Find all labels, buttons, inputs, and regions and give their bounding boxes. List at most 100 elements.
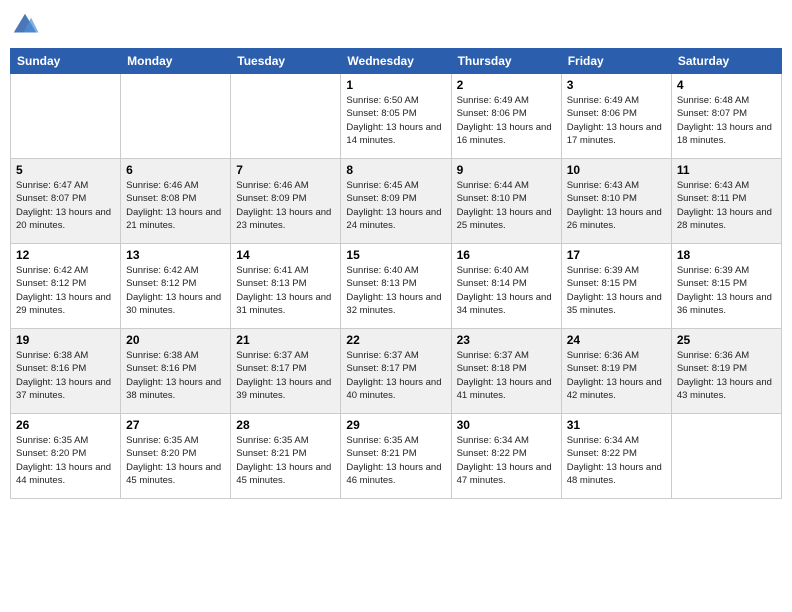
calendar-day-cell: 24 Sunrise: 6:36 AMSunset: 8:19 PMDayligh…: [561, 329, 671, 414]
day-info: Sunrise: 6:39 AMSunset: 8:15 PMDaylight:…: [567, 264, 666, 317]
day-number: 21: [236, 333, 335, 347]
day-info: Sunrise: 6:39 AMSunset: 8:15 PMDaylight:…: [677, 264, 776, 317]
day-number: 24: [567, 333, 666, 347]
calendar-day-cell: 10 Sunrise: 6:43 AMSunset: 8:10 PMDayligh…: [561, 159, 671, 244]
day-info: Sunrise: 6:42 AMSunset: 8:12 PMDaylight:…: [126, 264, 225, 317]
calendar-day-cell: 5Sunrise: 6:47 AMSunset: 8:07 PMDaylight…: [11, 159, 121, 244]
day-number: 15: [346, 248, 445, 262]
calendar-day-cell: 8 Sunrise: 6:45 AMSunset: 8:09 PMDaylight…: [341, 159, 451, 244]
day-info: Sunrise: 6:34 AMSunset: 8:22 PMDaylight:…: [457, 434, 556, 487]
calendar-day-cell: 19Sunrise: 6:38 AMSunset: 8:16 PMDayligh…: [11, 329, 121, 414]
calendar-day-cell: 29 Sunrise: 6:35 AMSunset: 8:21 PMDayligh…: [341, 414, 451, 499]
day-number: 8: [346, 163, 445, 177]
calendar-day-cell: 14 Sunrise: 6:41 AMSunset: 8:13 PMDayligh…: [231, 244, 341, 329]
day-of-week-header: Monday: [121, 49, 231, 74]
day-info: Sunrise: 6:49 AMSunset: 8:06 PMDaylight:…: [567, 94, 666, 147]
day-info: Sunrise: 6:34 AMSunset: 8:22 PMDaylight:…: [567, 434, 666, 487]
calendar-day-cell: 3Sunrise: 6:49 AMSunset: 8:06 PMDaylight…: [561, 74, 671, 159]
calendar-day-cell: 22Sunrise: 6:37 AMSunset: 8:17 PMDayligh…: [341, 329, 451, 414]
day-info: Sunrise: 6:35 AMSunset: 8:20 PMDaylight:…: [126, 434, 225, 487]
day-info: Sunrise: 6:44 AMSunset: 8:10 PMDaylight:…: [457, 179, 556, 232]
calendar-day-cell: 28Sunrise: 6:35 AMSunset: 8:21 PMDayligh…: [231, 414, 341, 499]
calendar-day-cell: 21Sunrise: 6:37 AMSunset: 8:17 PMDayligh…: [231, 329, 341, 414]
day-number: 11: [677, 163, 776, 177]
calendar-day-cell: 15 Sunrise: 6:40 AMSunset: 8:13 PMDayligh…: [341, 244, 451, 329]
calendar-day-cell: 13 Sunrise: 6:42 AMSunset: 8:12 PMDayligh…: [121, 244, 231, 329]
day-info: Sunrise: 6:36 AMSunset: 8:19 PMDaylight:…: [567, 349, 666, 402]
day-number: 30: [457, 418, 556, 432]
calendar-day-cell: 31 Sunrise: 6:34 AMSunset: 8:22 PMDayligh…: [561, 414, 671, 499]
day-info: Sunrise: 6:47 AMSunset: 8:07 PMDaylight:…: [16, 179, 115, 232]
day-number: 23: [457, 333, 556, 347]
calendar-day-cell: 25 Sunrise: 6:36 AMSunset: 8:19 PMDayligh…: [671, 329, 781, 414]
calendar-day-cell: [231, 74, 341, 159]
calendar-day-cell: 11 Sunrise: 6:43 AMSunset: 8:11 PMDayligh…: [671, 159, 781, 244]
logo: [10, 10, 44, 40]
calendar-day-cell: [671, 414, 781, 499]
day-of-week-header: Thursday: [451, 49, 561, 74]
day-number: 6: [126, 163, 225, 177]
calendar-day-cell: 12Sunrise: 6:42 AMSunset: 8:12 PMDayligh…: [11, 244, 121, 329]
day-number: 16: [457, 248, 556, 262]
calendar-table: SundayMondayTuesdayWednesdayThursdayFrid…: [10, 48, 782, 499]
day-info: Sunrise: 6:46 AMSunset: 8:09 PMDaylight:…: [236, 179, 335, 232]
day-number: 20: [126, 333, 225, 347]
day-number: 13: [126, 248, 225, 262]
day-number: 7: [236, 163, 335, 177]
calendar-day-cell: 27 Sunrise: 6:35 AMSunset: 8:20 PMDayligh…: [121, 414, 231, 499]
day-info: Sunrise: 6:40 AMSunset: 8:13 PMDaylight:…: [346, 264, 445, 317]
day-number: 25: [677, 333, 776, 347]
calendar-day-cell: 1Sunrise: 6:50 AMSunset: 8:05 PMDaylight…: [341, 74, 451, 159]
calendar-day-cell: 16 Sunrise: 6:40 AMSunset: 8:14 PMDayligh…: [451, 244, 561, 329]
calendar-day-cell: 9 Sunrise: 6:44 AMSunset: 8:10 PMDaylight…: [451, 159, 561, 244]
day-of-week-header: Friday: [561, 49, 671, 74]
day-info: Sunrise: 6:46 AMSunset: 8:08 PMDaylight:…: [126, 179, 225, 232]
calendar-body: 1Sunrise: 6:50 AMSunset: 8:05 PMDaylight…: [11, 74, 782, 499]
day-info: Sunrise: 6:48 AMSunset: 8:07 PMDaylight:…: [677, 94, 776, 147]
day-number: 4: [677, 78, 776, 92]
day-info: Sunrise: 6:36 AMSunset: 8:19 PMDaylight:…: [677, 349, 776, 402]
day-info: Sunrise: 6:41 AMSunset: 8:13 PMDaylight:…: [236, 264, 335, 317]
calendar-day-cell: 23 Sunrise: 6:37 AMSunset: 8:18 PMDayligh…: [451, 329, 561, 414]
day-number: 10: [567, 163, 666, 177]
day-info: Sunrise: 6:35 AMSunset: 8:20 PMDaylight:…: [16, 434, 115, 487]
calendar-day-cell: 26 Sunrise: 6:35 AMSunset: 8:20 PMDayligh…: [11, 414, 121, 499]
day-info: Sunrise: 6:43 AMSunset: 8:11 PMDaylight:…: [677, 179, 776, 232]
day-number: 1: [346, 78, 445, 92]
calendar-week-row: 1Sunrise: 6:50 AMSunset: 8:05 PMDaylight…: [11, 74, 782, 159]
calendar-week-row: 26 Sunrise: 6:35 AMSunset: 8:20 PMDayligh…: [11, 414, 782, 499]
calendar-day-cell: 17 Sunrise: 6:39 AMSunset: 8:15 PMDayligh…: [561, 244, 671, 329]
day-info: Sunrise: 6:40 AMSunset: 8:14 PMDaylight:…: [457, 264, 556, 317]
calendar-day-cell: 30 Sunrise: 6:34 AMSunset: 8:22 PMDayligh…: [451, 414, 561, 499]
calendar-week-row: 12Sunrise: 6:42 AMSunset: 8:12 PMDayligh…: [11, 244, 782, 329]
day-number: 17: [567, 248, 666, 262]
calendar-day-cell: 6 Sunrise: 6:46 AMSunset: 8:08 PMDaylight…: [121, 159, 231, 244]
calendar-day-cell: [11, 74, 121, 159]
day-info: Sunrise: 6:35 AMSunset: 8:21 PMDaylight:…: [236, 434, 335, 487]
calendar-week-row: 5Sunrise: 6:47 AMSunset: 8:07 PMDaylight…: [11, 159, 782, 244]
calendar-week-row: 19 Sunrise: 6:38 AMSunset: 8:16 PMDayligh…: [11, 329, 782, 414]
day-of-week-header: Wednesday: [341, 49, 451, 74]
day-number: 19: [16, 333, 115, 347]
calendar-day-cell: 2Sunrise: 6:49 AMSunset: 8:06 PMDaylight…: [451, 74, 561, 159]
day-info: Sunrise: 6:42 AMSunset: 8:12 PMDaylight:…: [16, 264, 115, 317]
day-number: 26: [16, 418, 115, 432]
day-info: Sunrise: 6:35 AMSunset: 8:21 PMDaylight:…: [346, 434, 445, 487]
day-number: 14: [236, 248, 335, 262]
day-info: Sunrise: 6:49 AMSunset: 8:06 PMDaylight:…: [457, 94, 556, 147]
day-info: Sunrise: 6:37 AMSunset: 8:18 PMDaylight:…: [457, 349, 556, 402]
page-header: [10, 10, 782, 40]
calendar-day-cell: 7 Sunrise: 6:46 AMSunset: 8:09 PMDaylight…: [231, 159, 341, 244]
day-number: 9: [457, 163, 556, 177]
day-info: Sunrise: 6:43 AMSunset: 8:10 PMDaylight:…: [567, 179, 666, 232]
logo-icon: [10, 10, 40, 40]
day-of-week-header: Saturday: [671, 49, 781, 74]
day-info: Sunrise: 6:38 AMSunset: 8:16 PMDaylight:…: [126, 349, 225, 402]
day-info: Sunrise: 6:45 AMSunset: 8:09 PMDaylight:…: [346, 179, 445, 232]
day-number: 27: [126, 418, 225, 432]
calendar-day-cell: 4 Sunrise: 6:48 AMSunset: 8:07 PMDaylight…: [671, 74, 781, 159]
day-number: 29: [346, 418, 445, 432]
day-info: Sunrise: 6:37 AMSunset: 8:17 PMDaylight:…: [346, 349, 445, 402]
calendar-day-cell: 18Sunrise: 6:39 AMSunset: 8:15 PMDayligh…: [671, 244, 781, 329]
day-number: 31: [567, 418, 666, 432]
